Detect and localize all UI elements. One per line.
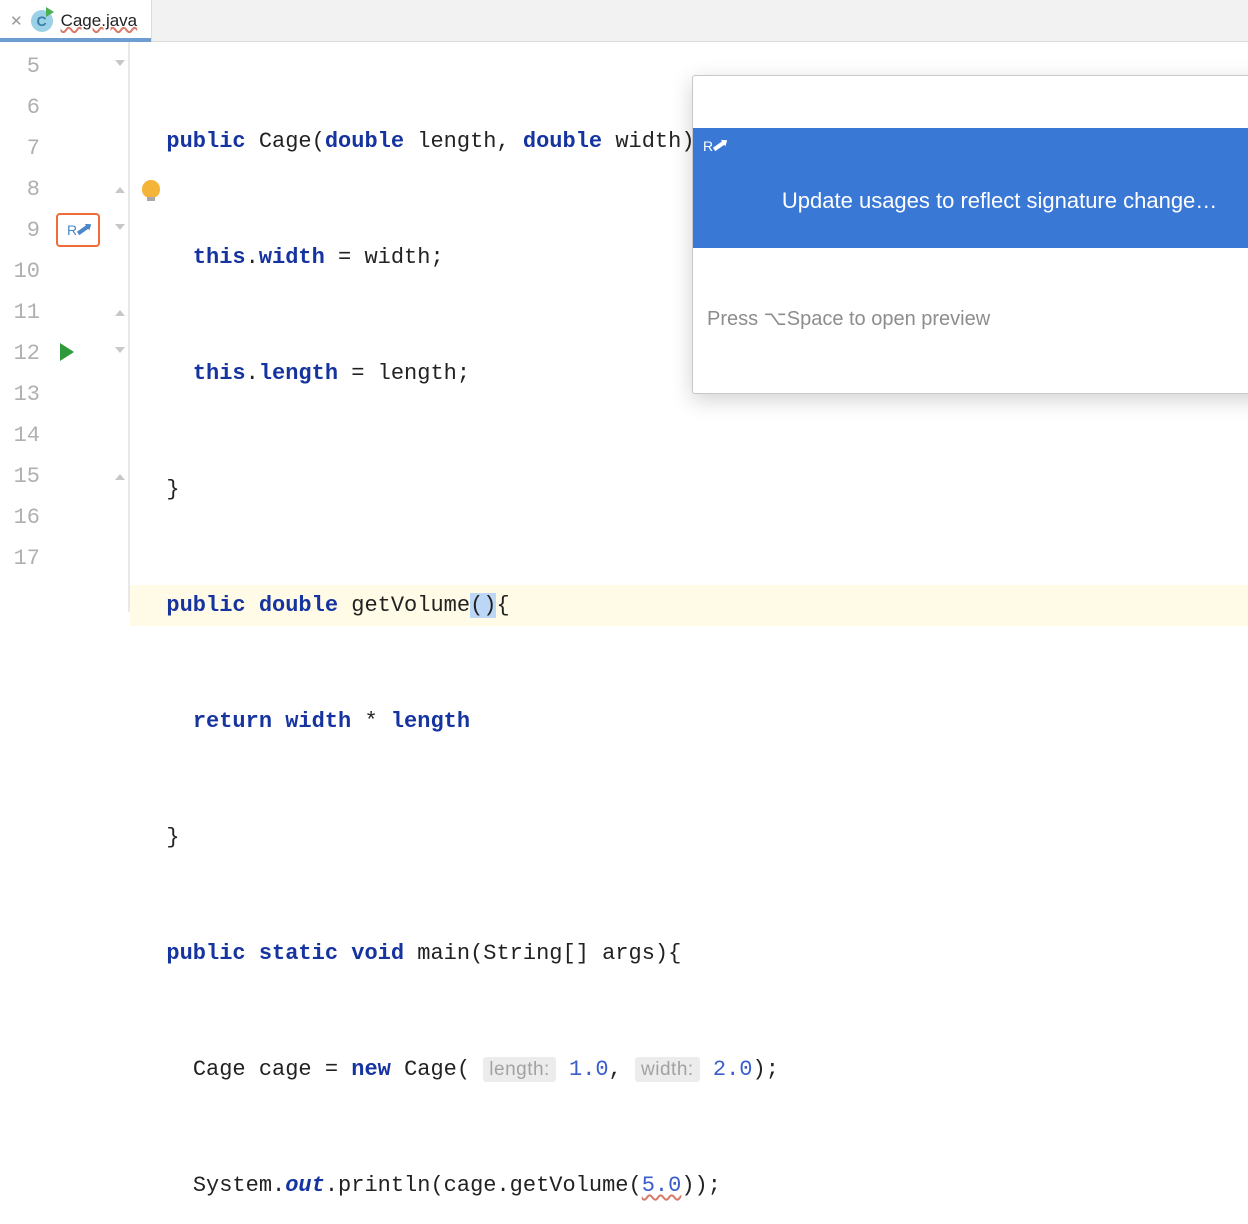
- code-line[interactable]: Cage cage = new Cage( length: 1.0, width…: [130, 1049, 1248, 1090]
- file-tab[interactable]: ✕ C Cage.java: [0, 0, 152, 41]
- intention-action-label: Update usages to reflect signature chang…: [782, 188, 1217, 213]
- line-number: 8: [0, 169, 50, 210]
- code-line[interactable]: public static void main(String[] args){: [130, 933, 1248, 974]
- line-number: 12: [0, 333, 50, 374]
- code-line[interactable]: return width * length: [130, 701, 1248, 742]
- fold-close-icon[interactable]: [112, 183, 126, 197]
- param-hint: width:: [635, 1057, 700, 1082]
- gutter: R: [50, 42, 130, 612]
- code-line-highlighted[interactable]: public double getVolume(){: [130, 585, 1248, 626]
- tab-bar: ✕ C Cage.java: [0, 0, 1248, 42]
- fold-open-icon[interactable]: [112, 347, 126, 361]
- fold-open-icon[interactable]: [112, 60, 126, 74]
- refactor-icon: R: [703, 138, 725, 154]
- close-icon[interactable]: ✕: [10, 12, 23, 30]
- intention-action[interactable]: R Update usages to reflect signature cha…: [693, 128, 1248, 248]
- line-number: 15: [0, 456, 50, 497]
- line-number: 11: [0, 292, 50, 333]
- line-number: 5: [0, 46, 50, 87]
- run-icon[interactable]: [60, 343, 74, 361]
- code-area[interactable]: public Cage(double length, double width)…: [130, 42, 1248, 612]
- code-line[interactable]: }: [130, 817, 1248, 858]
- line-number-gutter: 5 6 7 8 9 10 11 12 13 14 15 16 17: [0, 42, 50, 612]
- selection: (): [470, 593, 496, 618]
- file-tab-label: Cage.java: [61, 11, 138, 31]
- line-number: 14: [0, 415, 50, 456]
- line-number: 16: [0, 497, 50, 538]
- intention-hint: Press ⌥Space to open preview: [693, 300, 1248, 341]
- refactor-gutter-icon[interactable]: R: [56, 213, 100, 247]
- code-line[interactable]: }: [130, 469, 1248, 510]
- line-number: 17: [0, 538, 50, 579]
- code-line[interactable]: System.out.println(cage.getVolume(5.0));: [130, 1165, 1248, 1206]
- editor[interactable]: 5 6 7 8 9 10 11 12 13 14 15 16 17 R publ…: [0, 42, 1248, 612]
- fold-close-icon[interactable]: [112, 306, 126, 320]
- param-hint: length:: [483, 1057, 556, 1082]
- fold-close-icon[interactable]: [112, 470, 126, 484]
- line-number: 6: [0, 87, 50, 128]
- line-number: 7: [0, 128, 50, 169]
- line-number: 9: [0, 210, 50, 251]
- java-class-icon: C: [31, 10, 53, 32]
- intention-popup: R Update usages to reflect signature cha…: [692, 75, 1248, 394]
- fold-open-icon[interactable]: [112, 224, 126, 238]
- line-number: 10: [0, 251, 50, 292]
- line-number: 13: [0, 374, 50, 415]
